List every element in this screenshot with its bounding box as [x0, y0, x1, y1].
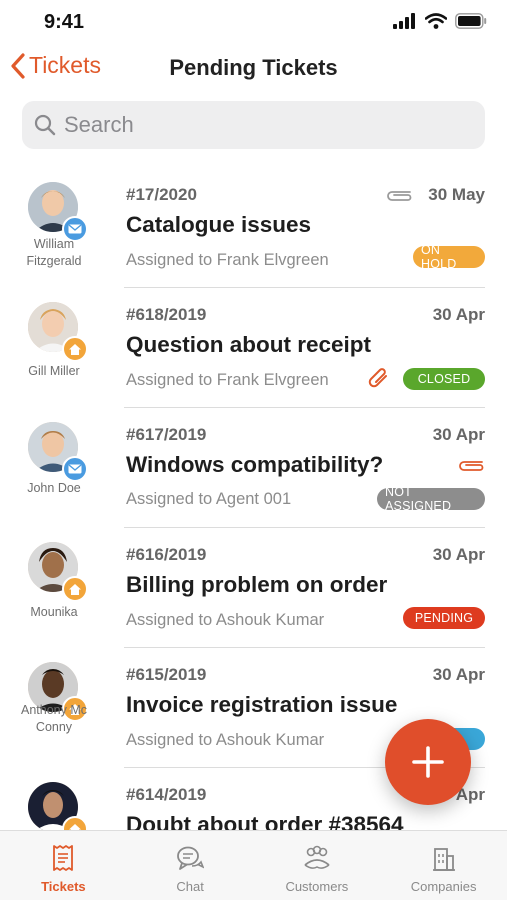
customer-name: Gill Miller [28, 364, 80, 378]
ticket-title: Windows compatibility? [126, 452, 384, 477]
battery-icon [455, 13, 487, 29]
tab-customers[interactable]: Customers [254, 831, 381, 900]
ticket-date: 30 Apr [432, 425, 485, 444]
ticket-id: #618/2019 [126, 305, 207, 324]
ticket-title: Question about receipt [126, 332, 372, 357]
chat-icon [177, 846, 205, 870]
ticket-assignee: Assigned to Frank Elvgreen [126, 251, 329, 269]
home-channel-icon [62, 816, 88, 830]
tab-label: Companies [410, 879, 477, 894]
tab-label: Chat [176, 879, 204, 894]
attachment-icon [368, 368, 387, 388]
ticket-icon [53, 845, 74, 871]
ticket-title: Billing problem on order [126, 572, 388, 597]
home-channel-icon [62, 576, 88, 602]
ticket-title: Invoice registration issue [126, 692, 398, 717]
add-ticket-button[interactable] [385, 719, 471, 805]
customer-name: Mounika [30, 605, 78, 619]
status-badge: PENDING [403, 607, 485, 629]
tab-label: Customers [285, 879, 349, 894]
ticket-row[interactable]: William Fitzgerald #17/2020 30 May Catal… [0, 168, 507, 288]
status-icons [393, 13, 487, 29]
nav-bar: Tickets Pending Tickets [0, 46, 507, 92]
ticket-assignee: Assigned to Ashouk Kumar [126, 731, 325, 749]
plus-icon [412, 746, 444, 778]
customer-avatar [28, 422, 88, 482]
customer-avatar [28, 542, 88, 602]
customer-avatar [28, 182, 88, 242]
status-badge: CLOSED [403, 368, 485, 390]
page-title: Pending Tickets [169, 55, 338, 80]
ticket-title: Doubt about order #38564 [126, 812, 404, 830]
customer-avatar [28, 782, 88, 830]
ticket-id: #617/2019 [126, 425, 207, 444]
ticket-date: 30 Apr [432, 545, 485, 564]
tab-tickets[interactable]: Tickets [0, 831, 127, 900]
ticket-row[interactable]: John Doe #617/2019 30 Apr Windows compat… [0, 408, 507, 528]
ticket-date: 30 May [428, 185, 485, 204]
ticket-row[interactable]: Mounika #616/2019 30 Apr Billing problem… [0, 528, 507, 648]
ticket-id: #615/2019 [126, 665, 207, 684]
status-badge: NOT ASSIGNED [377, 485, 485, 513]
ticket-date: 30 Apr [432, 665, 485, 684]
tab-bar: Tickets Chat Customers Companies [0, 830, 507, 900]
ticket-assignee: Assigned to Agent 001 [126, 490, 292, 508]
customer-name: Anthony Mc Conny [20, 703, 87, 734]
home-channel-icon [62, 336, 88, 362]
status-badge: ON HOLD [413, 243, 485, 271]
attachment-icon [459, 461, 484, 471]
customer-name: William Fitzgerald [26, 237, 82, 268]
tab-label: Tickets [41, 879, 86, 894]
search-bar[interactable] [22, 101, 485, 149]
attachment-icon [387, 191, 412, 201]
wifi-icon [425, 13, 447, 29]
customers-icon [304, 845, 330, 869]
ticket-assignee: Assigned to Ashouk Kumar [126, 611, 325, 629]
customer-avatar [28, 302, 88, 362]
tab-companies[interactable]: Companies [380, 831, 507, 900]
ticket-row[interactable]: Gill Miller #618/2019 30 Apr Question ab… [0, 288, 507, 408]
status-bar: 9:41 [0, 0, 507, 46]
search-icon [34, 114, 56, 136]
ticket-id: #614/2019 [126, 785, 207, 804]
search-input[interactable] [64, 112, 464, 138]
ticket-date: 30 Apr [432, 305, 485, 324]
email-channel-icon [62, 456, 88, 482]
ticket-title: Catalogue issues [126, 212, 312, 237]
tab-chat[interactable]: Chat [127, 831, 254, 900]
status-time: 9:41 [44, 11, 85, 33]
signal-icon [393, 13, 415, 29]
ticket-id: #616/2019 [126, 545, 207, 564]
customer-name: John Doe [27, 481, 81, 495]
ticket-id: #17/2020 [126, 185, 197, 204]
companies-icon [432, 848, 455, 871]
ticket-assignee: Assigned to Frank Elvgreen [126, 371, 329, 389]
